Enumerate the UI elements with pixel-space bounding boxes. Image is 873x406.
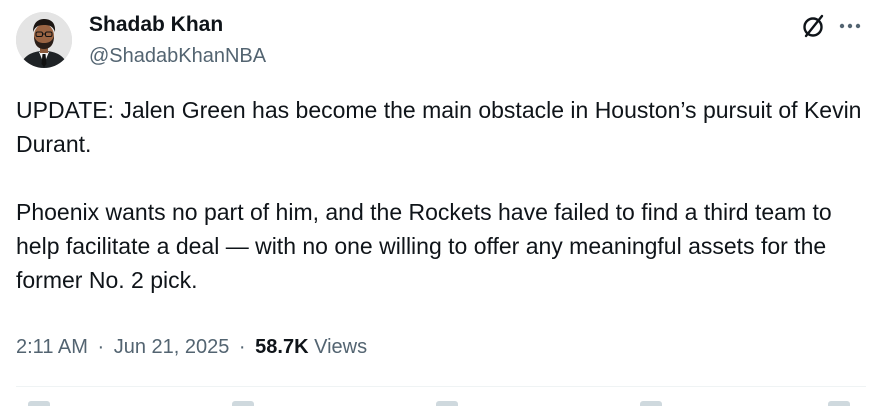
- more-options-icon[interactable]: [836, 14, 864, 38]
- author-handle[interactable]: @ShadabKhanNBA: [89, 43, 266, 69]
- tweet-date[interactable]: Jun 21, 2025: [114, 336, 230, 358]
- like-icon[interactable]: [436, 401, 458, 406]
- views-count: 58.7K: [255, 336, 309, 358]
- author-name[interactable]: Shadab Khan: [89, 12, 223, 38]
- tweet-paragraph: UPDATE: Jalen Green has become the main …: [16, 97, 862, 157]
- avatar[interactable]: [16, 12, 72, 68]
- meta-separator: ·: [97, 336, 105, 358]
- action-bar: [16, 399, 866, 406]
- meta-separator: ·: [238, 336, 246, 358]
- grok-icon[interactable]: [800, 12, 828, 40]
- tweet: Shadab Khan @ShadabKhanNBA UPDATE: Jalen…: [0, 0, 873, 406]
- tweet-text: UPDATE: Jalen Green has become the main …: [16, 93, 868, 297]
- tweet-time[interactable]: 2:11 AM: [16, 336, 88, 358]
- share-icon[interactable]: [828, 401, 850, 406]
- bookmark-icon[interactable]: [640, 401, 662, 406]
- tweet-paragraph: Phoenix wants no part of him, and the Ro…: [16, 199, 832, 293]
- avatar-image: [16, 12, 72, 68]
- tweet-meta: 2:11 AM · Jun 21, 2025 · 58.7K Views: [16, 334, 367, 360]
- reply-icon[interactable]: [28, 401, 50, 406]
- divider: [16, 386, 866, 387]
- retweet-icon[interactable]: [232, 401, 254, 406]
- views-label: Views: [314, 336, 368, 358]
